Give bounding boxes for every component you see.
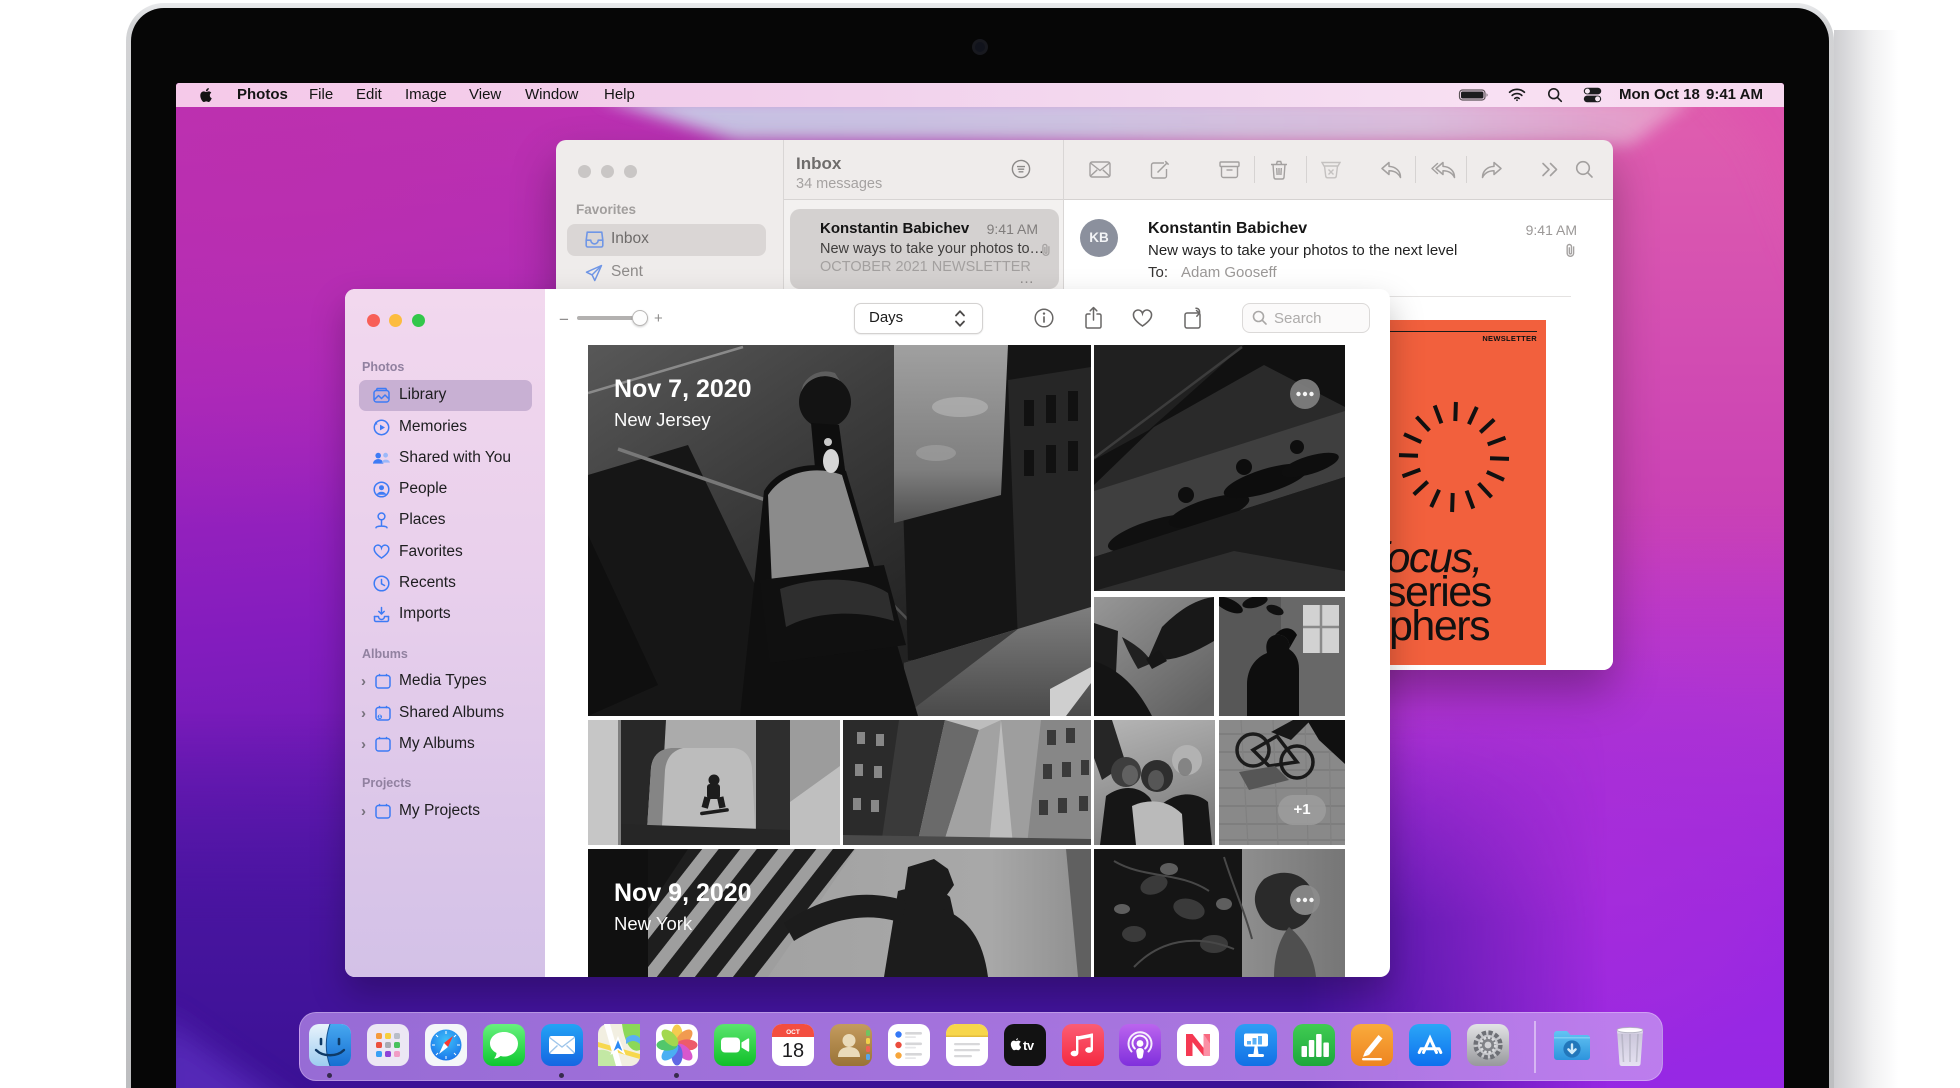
svg-text:tv: tv bbox=[1023, 1038, 1035, 1053]
svg-text:18: 18 bbox=[782, 1040, 804, 1062]
svg-text:OCT: OCT bbox=[786, 1029, 800, 1036]
